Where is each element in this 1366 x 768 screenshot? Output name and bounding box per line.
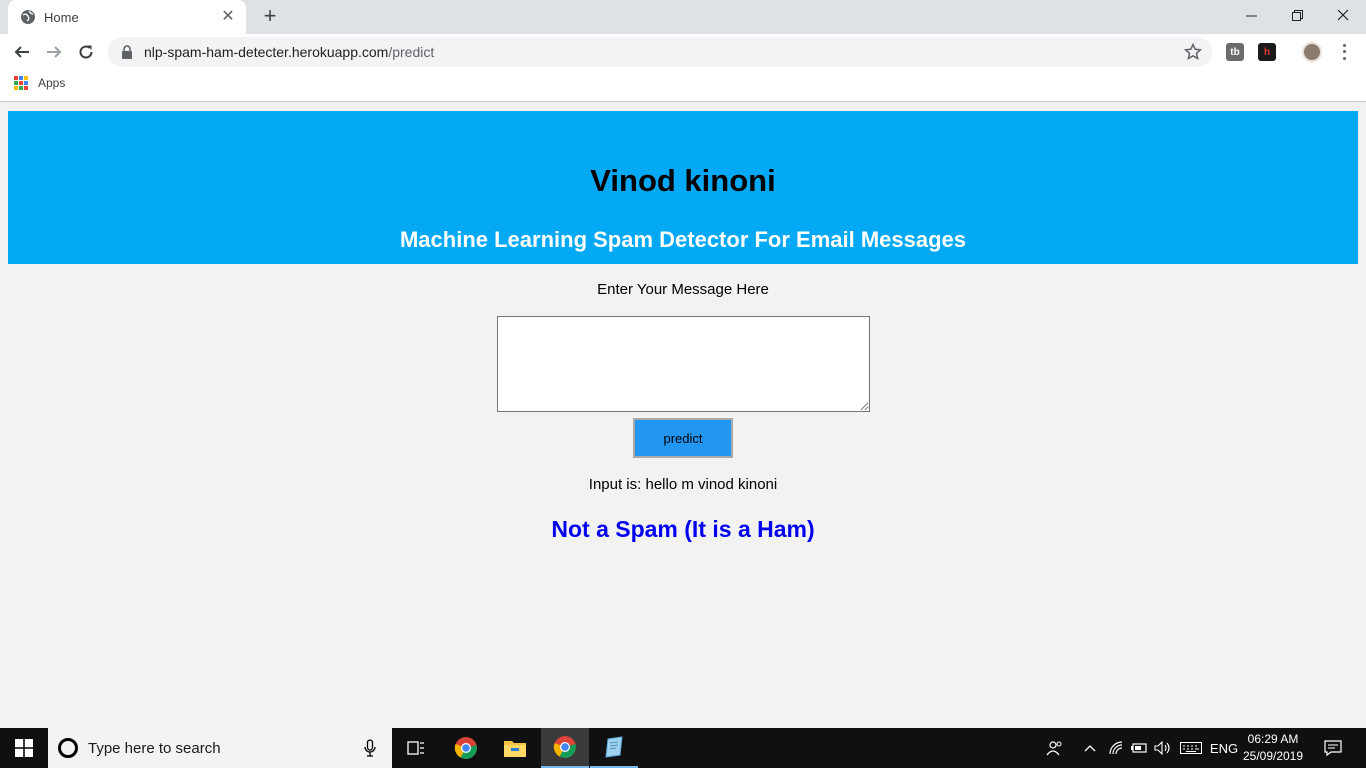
battery-icon[interactable]: [1128, 738, 1150, 758]
file-explorer-icon: [504, 741, 526, 757]
microphone-icon[interactable]: [360, 739, 380, 757]
browser-menu-icon[interactable]: [1336, 42, 1352, 62]
system-clock[interactable]: 06:29 AM 25/09/2019: [1240, 731, 1306, 765]
reload-button[interactable]: [72, 38, 100, 66]
notification-icon: [1324, 740, 1342, 756]
start-button[interactable]: [0, 728, 48, 768]
extension-tb-icon[interactable]: tb: [1226, 43, 1244, 61]
close-icon: [1337, 9, 1349, 21]
globe-icon: [21, 10, 35, 24]
show-hidden-icons-chevron-up-icon[interactable]: [1080, 738, 1100, 758]
windows-logo-icon: [15, 739, 33, 757]
address-bar[interactable]: nlp-spam-ham-detecter.herokuapp.com/pred…: [108, 37, 1212, 67]
extension-h-label: h: [1263, 46, 1271, 58]
close-tab-icon[interactable]: ✕: [220, 9, 236, 25]
task-view-button[interactable]: [392, 728, 440, 768]
apps-label: Apps: [38, 76, 66, 90]
minimize-icon: [1245, 15, 1257, 16]
notepad-icon: [605, 736, 623, 758]
url-path: /predict: [388, 44, 435, 60]
taskbar-search[interactable]: Type here to search: [48, 728, 392, 768]
bookmarks-bar: Apps: [0, 70, 1366, 102]
taskbar-file-explorer[interactable]: [491, 728, 539, 768]
wifi-icon[interactable]: [1106, 738, 1126, 758]
action-center-button[interactable]: [1318, 738, 1348, 758]
people-icon[interactable]: [1044, 738, 1066, 758]
new-tab-button[interactable]: +: [258, 5, 282, 28]
taskbar-chrome-app[interactable]: [442, 728, 490, 768]
prediction-result: Not a Spam (It is a Ham): [551, 516, 815, 542]
clock-time: 06:29 AM: [1247, 732, 1299, 746]
cortana-icon: [58, 738, 78, 758]
chrome-icon: [553, 736, 576, 758]
back-arrow-icon: [14, 46, 29, 58]
taskbar-notepad-app[interactable]: [590, 728, 638, 768]
bookmark-star-icon[interactable]: [1184, 43, 1202, 61]
close-window-button[interactable]: [1320, 0, 1366, 30]
minimize-button[interactable]: [1228, 0, 1274, 30]
input-echo-text: Input is: hello m vinod kinoni: [588, 476, 778, 493]
chrome-icon: [454, 737, 477, 759]
predict-button[interactable]: predict: [633, 418, 733, 458]
forward-button[interactable]: [40, 38, 68, 66]
task-view-icon: [407, 741, 424, 755]
message-textarea[interactable]: [497, 316, 870, 412]
extension-tb-label: tb: [1230, 46, 1240, 58]
page-content: Vinod kinoni Machine Learning Spam Detec…: [0, 103, 1366, 728]
taskbar-chrome-active[interactable]: [541, 728, 589, 768]
url-host: nlp-spam-ham-detecter.herokuapp.com: [144, 44, 389, 60]
search-placeholder: Type here to search: [88, 739, 221, 757]
language-indicator[interactable]: ENG: [1208, 738, 1240, 758]
restore-icon: [1291, 9, 1303, 21]
apps-shortcut[interactable]: Apps: [14, 76, 65, 90]
taskbar: Type here to search ENG 06:29 AM 25/09/2…: [0, 728, 1366, 768]
browser-tab[interactable]: Home ✕: [8, 0, 246, 34]
apps-grid-icon: [14, 76, 28, 90]
tab-strip: Home ✕ +: [0, 0, 1366, 34]
profile-avatar[interactable]: [1302, 42, 1322, 62]
keyboard-icon[interactable]: [1178, 738, 1204, 758]
volume-icon[interactable]: [1152, 738, 1174, 758]
browser-toolbar: nlp-spam-ham-detecter.herokuapp.com/pred…: [0, 34, 1366, 70]
reload-icon: [79, 45, 93, 59]
header-banner: Vinod kinoni Machine Learning Spam Detec…: [8, 111, 1358, 264]
lock-icon: [122, 45, 132, 59]
page-subtitle: Machine Learning Spam Detector For Email…: [399, 227, 967, 252]
page-title: Vinod kinoni: [590, 163, 776, 198]
clock-date: 25/09/2019: [1242, 749, 1304, 763]
tab-title: Home: [44, 9, 79, 25]
restore-button[interactable]: [1274, 0, 1320, 30]
back-button[interactable]: [8, 38, 36, 66]
extension-h-icon[interactable]: h: [1258, 43, 1276, 61]
message-prompt-label: Enter Your Message Here: [597, 281, 769, 298]
forward-arrow-icon: [47, 46, 62, 58]
